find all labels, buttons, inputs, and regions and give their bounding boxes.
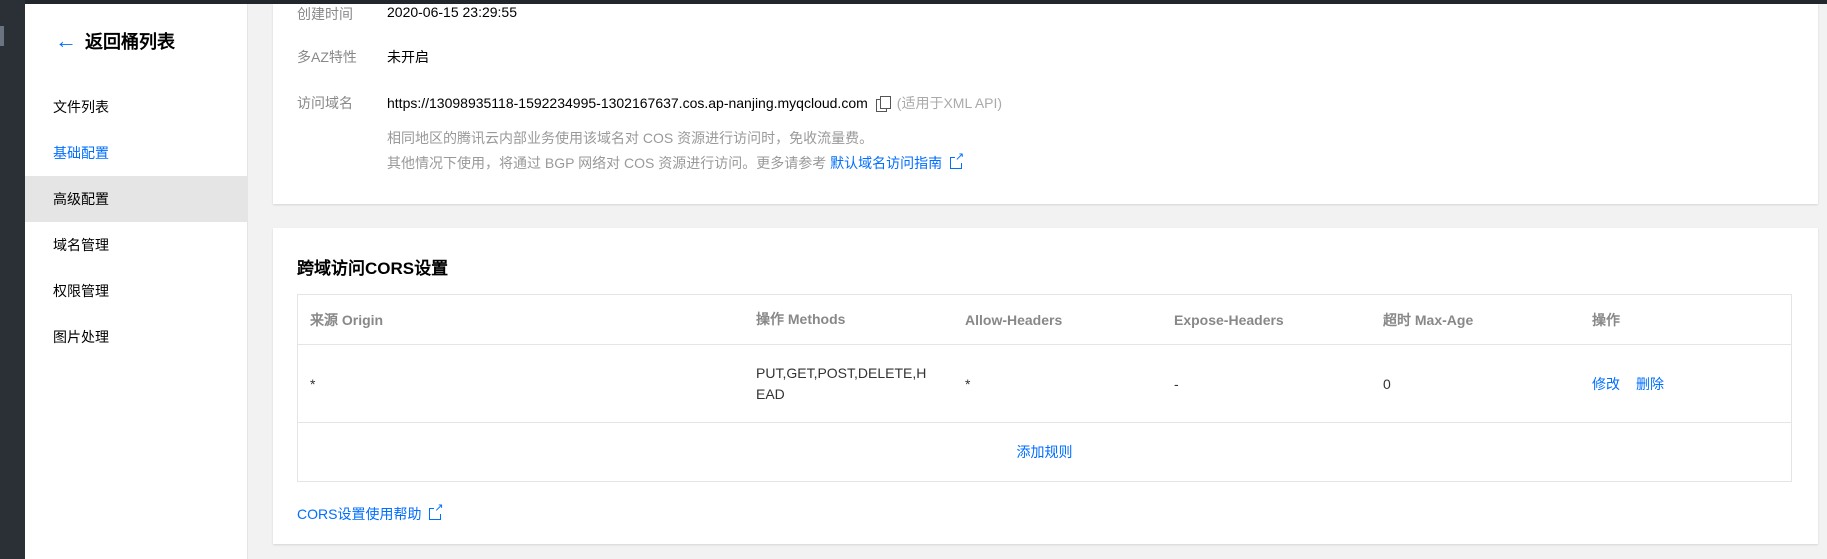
strip-marker: [0, 26, 4, 46]
created-time-row: 创建时间 2020-06-15 23:29:55: [297, 4, 517, 24]
arrow-left-icon: ←: [55, 28, 77, 53]
cors-help-link[interactable]: CORS设置使用帮助: [297, 503, 444, 522]
back-to-bucket-list-button[interactable]: ← 返回桶列表: [55, 28, 175, 54]
default-domain-guide-link[interactable]: 默认域名访问指南: [830, 152, 965, 171]
sidebar-item-basic-config[interactable]: 基础配置: [25, 130, 248, 176]
table-row: * PUT,GET,POST,DELETE,H EAD * - 0 修改 删除: [298, 345, 1791, 423]
external-link-icon: [429, 503, 444, 520]
sidebar-item-image-processing[interactable]: 图片处理: [25, 314, 248, 360]
cell-methods-line-1: PUT,GET,POST,DELETE,H: [756, 364, 927, 381]
multi-az-label: 多AZ特性: [297, 49, 357, 65]
cell-actions: 修改 删除: [1580, 374, 1791, 394]
cors-help-link-label: CORS设置使用帮助: [297, 506, 422, 522]
col-allow-headers-header: Allow-Headers: [965, 311, 1063, 328]
col-methods-header: 操作 Methods: [756, 311, 846, 327]
col-origin-header: 来源 Origin: [310, 311, 384, 328]
cell-origin: *: [310, 375, 316, 392]
main-content: 创建时间 2020-06-15 23:29:55 多AZ特性 未开启 访问域名 …: [249, 4, 1827, 559]
cors-settings-card: 跨域访问CORS设置 来源 Origin 操作 Methods Allow-He…: [273, 228, 1818, 544]
console-left-strip: [0, 0, 25, 559]
cors-help-row: CORS设置使用帮助: [297, 503, 444, 524]
access-domain-value: https://13098935118-1592234995-130216763…: [387, 95, 868, 111]
cell-max-age: 0: [1383, 375, 1391, 392]
multi-az-value: 未开启: [387, 49, 429, 65]
bucket-overview-card: 创建时间 2020-06-15 23:29:55 多AZ特性 未开启 访问域名 …: [273, 4, 1818, 204]
copy-icon[interactable]: [875, 96, 891, 112]
multi-az-row: 多AZ特性 未开启: [297, 47, 429, 67]
domain-desc-text: 其他情况下使用，将通过 BGP 网络对 COS 资源进行访问。更多请参考: [387, 155, 827, 171]
col-expose-headers-header: Expose-Headers: [1174, 311, 1284, 328]
created-time-label: 创建时间: [297, 6, 353, 22]
cors-rules-table: 来源 Origin 操作 Methods Allow-Headers Expos…: [297, 294, 1792, 482]
default-domain-guide-link-label: 默认域名访问指南: [830, 155, 943, 171]
sidebar-item-advanced-config[interactable]: 高级配置: [25, 176, 248, 222]
access-domain-label: 访问域名: [297, 95, 353, 111]
external-link-icon: [950, 152, 965, 169]
delete-rule-button[interactable]: 删除: [1636, 374, 1664, 394]
sidebar-item-permission-management[interactable]: 权限管理: [25, 268, 248, 314]
cell-allow-headers: *: [965, 375, 971, 392]
domain-desc-line-2: 其他情况下使用，将通过 BGP 网络对 COS 资源进行访问。更多请参考 默认域…: [387, 152, 965, 173]
table-header: 来源 Origin 操作 Methods Allow-Headers Expos…: [298, 295, 1791, 345]
add-rule-button[interactable]: 添加规则: [1017, 444, 1073, 460]
cell-expose-headers: -: [1174, 375, 1179, 392]
add-rule-row: 添加规则: [298, 423, 1791, 481]
back-label: 返回桶列表: [85, 32, 175, 52]
col-max-age-header: 超时 Max-Age: [1383, 311, 1474, 328]
domain-desc-line-1: 相同地区的腾讯云内部业务使用该域名对 COS 资源进行访问时，免收流量费。: [387, 130, 874, 146]
access-domain-row: 访问域名 https://13098935118-1592234995-1302…: [297, 93, 1002, 113]
edit-rule-button[interactable]: 修改: [1592, 374, 1620, 394]
col-actions-header: 操作: [1592, 311, 1620, 328]
sidebar: ← 返回桶列表 文件列表 基础配置 高级配置 域名管理 权限管理 图片处理: [25, 4, 248, 559]
cors-section-title: 跨域访问CORS设置: [297, 259, 449, 278]
sidebar-item-domain-management[interactable]: 域名管理: [25, 222, 248, 268]
created-time-value: 2020-06-15 23:29:55: [387, 4, 517, 20]
cell-methods: PUT,GET,POST,DELETE,H EAD: [744, 363, 953, 405]
access-domain-value-group: https://13098935118-1592234995-130216763…: [387, 93, 1002, 113]
sidebar-item-file-list[interactable]: 文件列表: [25, 84, 248, 130]
sidebar-nav: 文件列表 基础配置 高级配置 域名管理 权限管理 图片处理: [25, 84, 248, 360]
cell-methods-line-2: EAD: [756, 385, 785, 402]
xml-api-hint: (适用于XML API): [896, 95, 1003, 111]
